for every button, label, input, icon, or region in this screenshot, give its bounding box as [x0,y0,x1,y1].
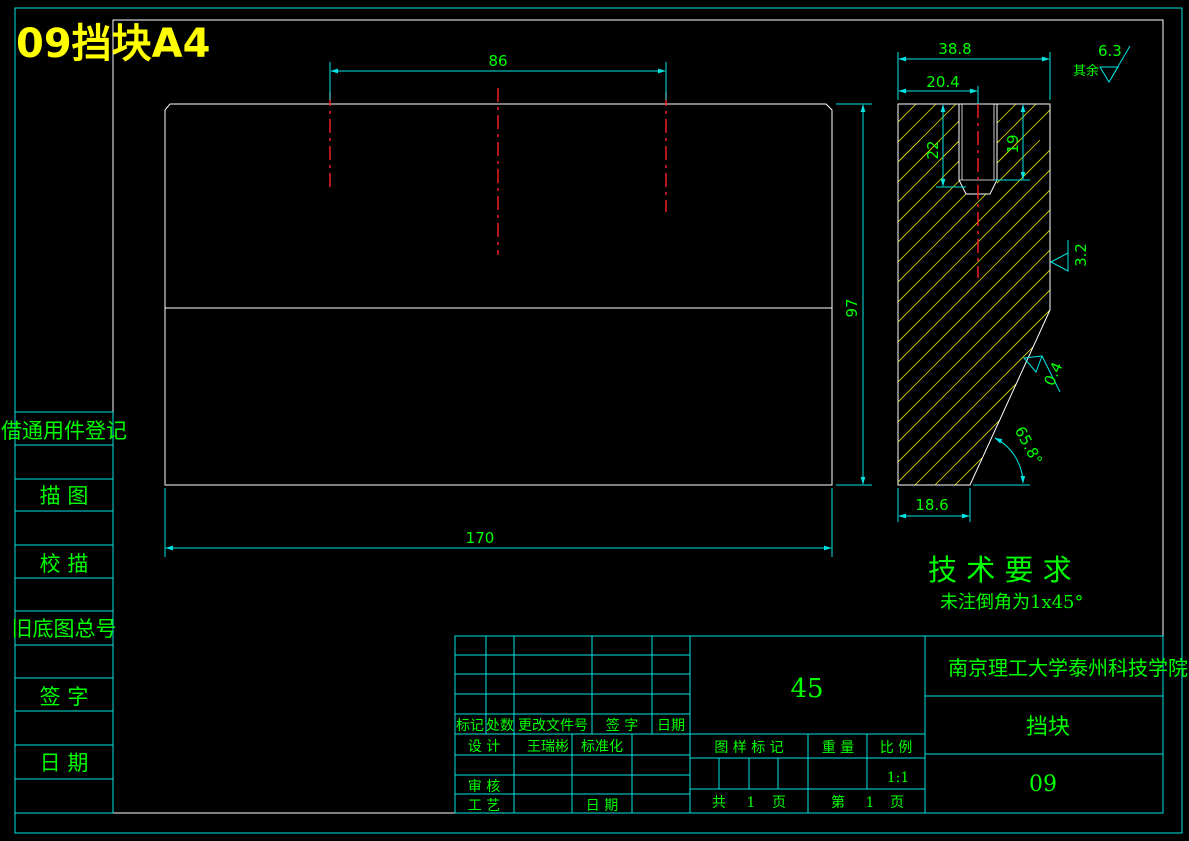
dim-86-text: 86 [488,52,507,70]
designer-name: 王瑞彬 [527,739,569,755]
rev-header-count: 处数 [486,718,514,734]
total-pages: 1 [747,795,756,811]
material-value: 45 [790,674,823,704]
roughness-face-value: 3.2 [1072,243,1090,267]
dim-97-text: 97 [843,298,861,317]
side-register-item: 校 描 [40,552,89,576]
scale-value: 1:1 [887,770,910,786]
dim-22-text: 22 [924,140,942,159]
dim-angle-text: 65.8° [1011,423,1046,468]
side-register-item: 描 图 [40,484,89,508]
dim-18-6-text: 18.6 [915,496,948,514]
dim-170-text: 170 [466,529,495,547]
part-name: 挡块 [1026,715,1070,740]
review-label: 审 核 [468,779,500,795]
front-view: 86 97 170 [164,52,872,557]
side-register-item: 日 期 [40,751,89,775]
roughness-other-value: 6.3 [1098,42,1122,60]
outer-frame [14,7,1183,834]
weight-label: 重 量 [822,740,854,756]
total-label: 共 [712,795,726,811]
rev-header-doc-no: 更改文件号 [518,718,588,734]
side-register-item: 借通用件登记 [1,419,127,443]
standardization-label: 标准化 [581,739,623,755]
dim-38-8-text: 38.8 [938,40,971,58]
sheet-label: 第 [831,794,845,811]
drawing-title: 09挡块A4 [16,21,210,67]
roughness-other-label: 其余 [1073,63,1099,79]
section-view: 38.8 20.4 22 19 18.6 65.8° 其余 6.3 3.2 0.… [897,40,1131,522]
school-name: 南京理工大学泰州科技学院 [948,656,1188,680]
engineering-drawing: 09挡块A4 86 97 170 38.8 20.4 22 19 18.6 65… [1,7,1188,834]
section-hatch [898,104,1050,485]
sheet-unit: 页 [890,795,904,811]
dim-20-4-text: 20.4 [926,73,959,91]
stage-mark-label: 图 样 标 记 [714,740,783,756]
rev-header-sign: 签 字 [606,717,638,734]
scale-label: 比 例 [880,740,912,756]
drawing-number: 09 [1029,772,1057,797]
side-register-item: 签 字 [40,685,89,709]
process-label: 工 艺 [468,798,500,814]
roughness-face-symbol [1049,240,1069,272]
side-register-item: 旧底图总号 [12,617,117,641]
tech-requirements-heading: 技 术 要 求 [928,553,1072,587]
design-label: 设 计 [468,739,500,755]
rev-header-date: 日期 [657,718,685,734]
date-label: 日 期 [586,798,618,814]
dim-19-text: 19 [1004,134,1022,153]
total-pages-unit: 页 [772,795,786,811]
tech-requirements-note: 未注倒角为1x45° [940,592,1084,613]
roughness-chamfer-value: 0.4 [1040,359,1066,388]
rev-header-mark: 标记 [456,718,484,734]
sheet-number: 1 [866,795,875,811]
